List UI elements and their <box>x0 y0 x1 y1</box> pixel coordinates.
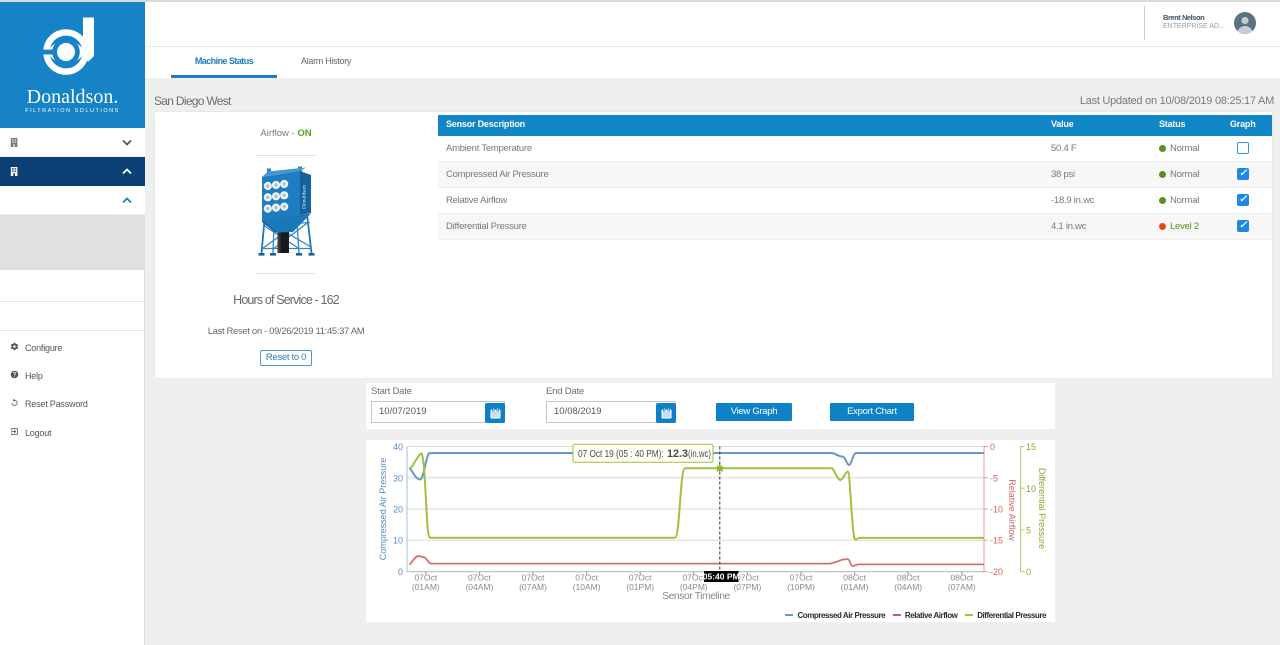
svg-text:0: 0 <box>398 567 403 577</box>
svg-text:30: 30 <box>393 473 403 483</box>
svg-text:(10PM): (10PM) <box>787 582 815 592</box>
svg-text:07Oct: 07Oct <box>575 573 598 583</box>
svg-text:(01AM): (01AM) <box>412 582 440 592</box>
svg-text:(10AM): (10AM) <box>573 582 601 592</box>
svg-text:10: 10 <box>1026 484 1036 494</box>
svg-text:07Oct: 07Oct <box>414 573 437 583</box>
svg-text:07 Oct 19 (05 : 40 PM):: 07 Oct 19 (05 : 40 PM): <box>578 448 666 460</box>
svg-text:(07AM): (07AM) <box>948 582 976 592</box>
svg-text:Donaldson: Donaldson <box>302 185 308 209</box>
svg-text:(in.wc): (in.wc) <box>688 448 711 460</box>
svg-text:(01AM): (01AM) <box>841 582 869 592</box>
svg-text:10: 10 <box>393 536 403 546</box>
svg-text:-15: -15 <box>990 536 1003 546</box>
svg-text:08Oct: 08Oct <box>897 573 920 583</box>
svg-text:0: 0 <box>1026 567 1031 577</box>
svg-text:(04AM): (04AM) <box>894 582 922 592</box>
svg-text:(07PM): (07PM) <box>733 582 761 592</box>
svg-text:Differential Pressure: Differential Pressure <box>1037 468 1047 549</box>
svg-text:Relative Airflow: Relative Airflow <box>1007 479 1017 541</box>
svg-text:15: 15 <box>1026 442 1036 452</box>
svg-text:-20: -20 <box>990 567 1003 577</box>
svg-text:(07AM): (07AM) <box>519 582 547 592</box>
svg-text:Compressed Air Pressure: Compressed Air Pressure <box>378 458 388 561</box>
svg-text:(04AM): (04AM) <box>465 582 493 592</box>
svg-text:0: 0 <box>990 442 995 452</box>
svg-text:07Oct: 07Oct <box>522 573 545 583</box>
svg-text:07Oct: 07Oct <box>629 573 652 583</box>
svg-text:08Oct: 08Oct <box>950 573 973 583</box>
svg-text:-10: -10 <box>990 505 1003 515</box>
svg-text:08Oct: 08Oct <box>843 573 866 583</box>
svg-text:07Oct: 07Oct <box>468 573 491 583</box>
svg-text:12.3: 12.3 <box>667 448 688 460</box>
svg-text:Sensor Timeline: Sensor Timeline <box>662 590 730 602</box>
svg-text:40: 40 <box>393 442 403 452</box>
svg-text:-5: -5 <box>990 473 998 483</box>
svg-text:5: 5 <box>1026 526 1031 536</box>
svg-text:(01PM): (01PM) <box>626 582 654 592</box>
svg-text:20: 20 <box>393 505 403 515</box>
svg-text:07Oct: 07Oct <box>790 573 813 583</box>
svg-text:05:40 PM: 05:40 PM <box>703 572 740 582</box>
